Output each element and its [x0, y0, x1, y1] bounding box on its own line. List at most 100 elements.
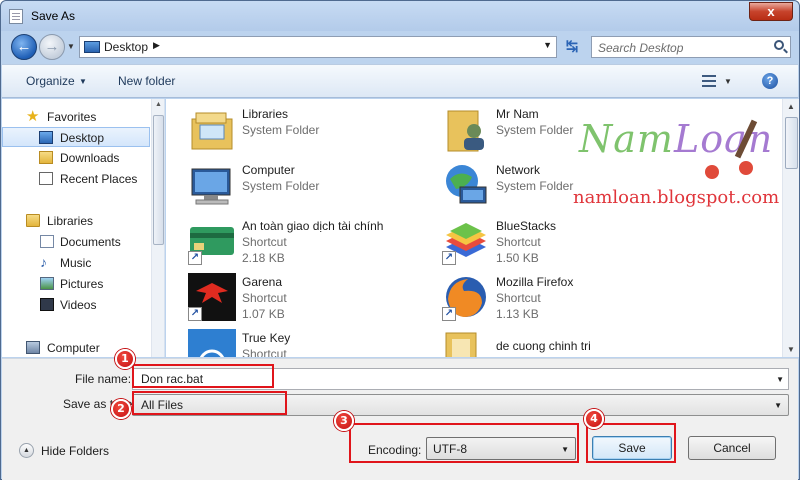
music-icon: ♪: [40, 254, 47, 270]
new-folder-button[interactable]: New folder: [118, 74, 175, 88]
title-bar: Save As x: [1, 1, 799, 31]
close-button[interactable]: x: [749, 2, 793, 21]
file-type: System Folder: [242, 179, 320, 193]
sidebar-item-label: Favorites: [47, 110, 97, 124]
sidebar-item-label: Libraries: [47, 214, 94, 228]
annotation-box-save: [586, 423, 676, 463]
file-size: 1.07 KB: [242, 307, 285, 321]
bluestacks-icon: ↗: [442, 217, 490, 265]
scroll-up-icon[interactable]: ▲: [787, 102, 795, 111]
sidebar-item-music[interactable]: ♪ Music: [2, 253, 150, 273]
file-name: Mozilla Firefox: [496, 275, 574, 289]
navigation-bar: ← → ▼ Desktop ▶ ▼ ↹ Search Desktop: [1, 31, 799, 63]
shortcut-overlay-icon: ↗: [442, 251, 456, 265]
scroll-down-icon[interactable]: ▼: [787, 345, 795, 354]
file-item-bluestacks[interactable]: ↗ BlueStacks Shortcut 1.50 KB: [442, 217, 692, 269]
file-name: Mr Nam: [496, 107, 539, 121]
shortcut-overlay-icon: ↗: [188, 251, 202, 265]
downloads-icon: [39, 151, 53, 164]
file-item-true-key[interactable]: True Key Shortcut: [188, 329, 438, 357]
search-input[interactable]: Search Desktop: [591, 36, 791, 58]
sidebar-item-label: Recent Places: [60, 172, 138, 186]
toolbar: Organize ▼ New folder ▼ ?: [2, 64, 798, 98]
help-icon[interactable]: ?: [762, 73, 778, 89]
file-item-banking-shortcut[interactable]: ↗ An toàn giao dịch tài chính Shortcut 2…: [188, 217, 438, 269]
sidebar-item-label: Downloads: [60, 151, 120, 165]
libraries-folder-icon: [188, 105, 236, 153]
chevron-up-icon: ▲: [19, 443, 34, 458]
change-view-icon[interactable]: [702, 74, 716, 88]
address-dropdown[interactable]: ▼: [543, 40, 552, 50]
file-item-libraries[interactable]: Libraries System Folder: [188, 105, 438, 157]
sidebar-item-libraries[interactable]: Libraries: [2, 211, 150, 231]
sidebar-item-downloads[interactable]: Downloads: [2, 148, 150, 168]
file-list-scrollbar[interactable]: ▲ ▼: [782, 99, 799, 357]
file-name: de cuong chinh tri: [496, 339, 591, 353]
search-icon[interactable]: [774, 40, 784, 50]
file-size: 1.13 KB: [496, 307, 539, 321]
file-item-computer[interactable]: Computer System Folder: [188, 161, 438, 213]
bank-card-icon: ↗: [188, 217, 236, 265]
file-name: True Key: [242, 331, 291, 345]
navigation-pane-scrollbar[interactable]: ▲: [151, 99, 164, 357]
sidebar-item-recent-places[interactable]: Recent Places: [2, 169, 150, 189]
file-type: System Folder: [242, 123, 320, 137]
pictures-icon: [40, 277, 54, 290]
apple-icon: [739, 161, 753, 175]
breadcrumb-desktop[interactable]: Desktop: [104, 40, 148, 54]
navigation-pane: ★ Favorites Desktop Downloads Recent Pla…: [2, 99, 165, 357]
organize-button[interactable]: Organize: [26, 74, 75, 88]
blog-watermark: NamLoan namloan.blogspot.com: [573, 113, 779, 223]
annotation-badge-2: 2: [111, 399, 131, 419]
file-type: System Folder: [496, 179, 574, 193]
file-type: Shortcut: [242, 291, 287, 305]
sidebar-item-videos[interactable]: Videos: [2, 295, 150, 315]
forward-button[interactable]: →: [39, 34, 65, 60]
scroll-thumb[interactable]: [153, 115, 164, 245]
apple-icon: [705, 165, 719, 179]
sidebar-item-documents[interactable]: Documents: [2, 232, 150, 252]
back-button[interactable]: ←: [11, 34, 37, 60]
sidebar-item-desktop[interactable]: Desktop: [2, 127, 150, 147]
address-bar[interactable]: Desktop ▶ ▼: [79, 36, 557, 58]
save-as-dialog: Save As x ← → ▼ Desktop ▶ ▼ ↹ Search Des…: [0, 0, 800, 480]
documents-icon: [40, 235, 54, 248]
computer-icon: [26, 341, 40, 354]
scroll-up-icon[interactable]: ▲: [155, 101, 162, 108]
watermark-logo-part-a: Nam: [579, 117, 674, 161]
file-name-label: File name:: [75, 372, 132, 386]
sidebar-item-favorites[interactable]: ★ Favorites: [2, 107, 150, 127]
breadcrumb-arrow[interactable]: ▶: [153, 40, 160, 51]
watermark-url: namloan.blogspot.com: [573, 187, 780, 208]
file-name-dropdown-icon[interactable]: ▼: [776, 375, 784, 384]
file-size: 1.50 KB: [496, 251, 539, 265]
watermark-logo-part-b: Loan: [673, 117, 774, 161]
annotation-badge-3: 3: [334, 411, 354, 431]
sidebar-item-pictures[interactable]: Pictures: [2, 274, 150, 294]
desktop-icon: [39, 131, 53, 144]
true-key-icon: [188, 329, 236, 357]
recent-locations-dropdown[interactable]: ▼: [67, 42, 75, 51]
view-options-dropdown[interactable]: ▼: [724, 77, 732, 86]
file-name: Network: [496, 163, 541, 177]
sidebar-item-label: Documents: [60, 235, 121, 249]
scroll-thumb[interactable]: [785, 117, 798, 169]
computer-icon: [188, 161, 236, 209]
notepad-icon: [9, 9, 23, 24]
file-name: Computer: [242, 163, 295, 177]
user-folder-icon: [442, 105, 490, 153]
file-item-firefox[interactable]: ↗ Mozilla Firefox Shortcut 1.13 KB: [442, 273, 692, 325]
file-item-garena[interactable]: ↗ Garena Shortcut 1.07 KB: [188, 273, 438, 325]
file-name: Garena: [242, 275, 283, 289]
refresh-button[interactable]: ↹: [561, 36, 583, 58]
file-item-de-cuong[interactable]: de cuong chinh tri: [442, 329, 692, 357]
organize-dropdown-icon[interactable]: ▼: [79, 77, 87, 86]
recent-places-icon: [39, 172, 53, 185]
cancel-button[interactable]: Cancel: [688, 436, 776, 460]
folder-icon: [442, 329, 490, 357]
save-as-type-dropdown-icon[interactable]: ▼: [774, 401, 782, 410]
garena-icon: ↗: [188, 273, 236, 321]
annotation-badge-4: 4: [584, 409, 604, 429]
file-name: Libraries: [242, 107, 289, 121]
videos-icon: [40, 298, 54, 311]
